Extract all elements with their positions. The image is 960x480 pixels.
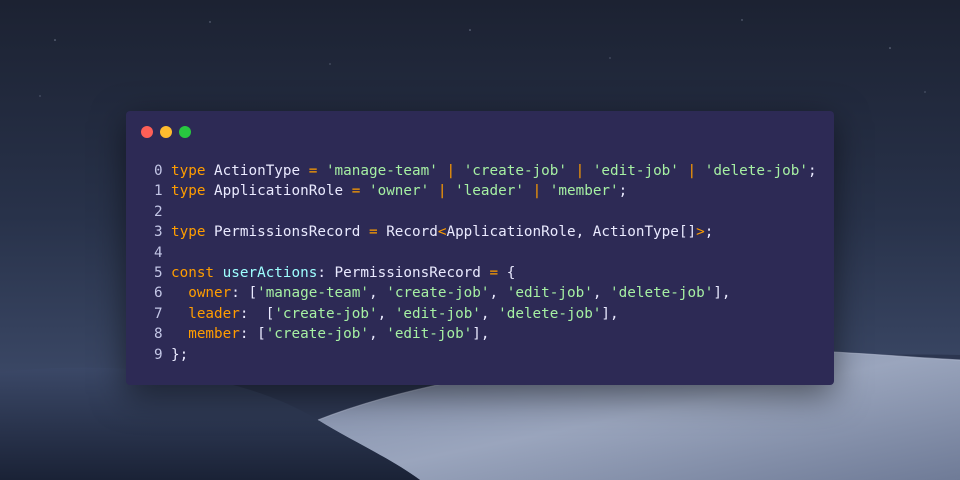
code-token: : [ (239, 305, 275, 322)
code-token: , (369, 326, 387, 343)
code-token: ; (704, 224, 714, 241)
code-token: 'edit-job' (506, 285, 593, 302)
code-token: 'edit-job' (386, 326, 473, 343)
code-token: = (489, 264, 499, 281)
minimize-button[interactable] (160, 126, 172, 138)
code-token: ], (601, 305, 619, 322)
code-line: 9}; (154, 345, 817, 365)
code-token: member (188, 326, 240, 343)
code-token: 'create-job' (386, 285, 490, 302)
code-token: , (480, 305, 499, 322)
code-token: , (369, 285, 387, 302)
code-token: : [ (239, 326, 266, 343)
code-token: type (171, 163, 206, 179)
code-token: 'create-job' (265, 326, 369, 343)
code-token: : [ (231, 285, 258, 302)
line-number: 3 (154, 224, 163, 241)
code-token: 'leader' (455, 183, 524, 200)
code-token: 'manage-team' (257, 285, 369, 302)
line-number: 2 (154, 203, 163, 220)
code-token: ; (618, 183, 628, 200)
maximize-button[interactable] (179, 126, 191, 138)
line-number: 4 (154, 244, 163, 261)
code-token: ApplicationRole, ActionType[] (446, 224, 697, 241)
code-token: = (368, 224, 378, 241)
code-line: 5 const userActions: PermissionsRecord = … (154, 263, 817, 283)
code-token: 'delete-job' (498, 305, 602, 322)
code-token: | (575, 163, 585, 179)
close-button[interactable] (141, 126, 153, 138)
code-token: ], (472, 326, 490, 343)
code-token: Record (377, 224, 438, 241)
line-number: 5 (154, 264, 163, 281)
code-token: 'member' (549, 183, 619, 200)
code-token: 'create-job' (274, 305, 378, 322)
code-token: type (171, 183, 206, 200)
code-token: 'edit-job' (394, 305, 481, 322)
line-number: 1 (154, 183, 163, 200)
code-token: owner (188, 285, 232, 302)
code-token: | (446, 163, 456, 179)
code-line: 0 type ActionType = 'manage-team' | 'crea… (154, 161, 817, 181)
code-token: : PermissionsRecord (317, 264, 490, 281)
code-token: 'edit-job' (592, 163, 679, 179)
line-number: 6 (154, 285, 163, 302)
code-token: 'manage-team' (325, 163, 438, 179)
code-token: > (696, 224, 705, 241)
code-token: , (489, 285, 507, 302)
code-line: 2 (154, 202, 817, 222)
code-token: ; (808, 163, 817, 179)
code-token: 'owner' (368, 183, 430, 200)
line-number: 8 (154, 326, 163, 343)
code-block: 0 type ActionType = 'manage-team' | 'crea… (154, 161, 817, 365)
code-line: 4 (154, 243, 817, 263)
code-token: const (171, 264, 215, 281)
code-line: 8 member: ['create-job', 'edit-job'], (154, 324, 817, 344)
code-token: 'create-job' (463, 163, 567, 179)
code-token: | (687, 163, 697, 179)
code-token: ActionType (205, 163, 309, 179)
code-token: }; (171, 346, 189, 363)
code-line: 6 owner: ['manage-team', 'create-job', '… (154, 283, 817, 303)
code-token: | (532, 183, 542, 200)
code-token: ], (713, 285, 731, 302)
code-token: 'delete-job' (610, 285, 714, 302)
line-number: 9 (154, 346, 163, 363)
code-window: 0 type ActionType = 'manage-team' | 'crea… (126, 111, 834, 385)
code-line: 7 leader: ['create-job', 'edit-job', 'de… (154, 304, 817, 324)
code-token: 'delete-job' (704, 163, 809, 179)
code-token: PermissionsRecord (205, 224, 369, 241)
code-token: ApplicationRole (205, 183, 352, 200)
code-token: , (377, 305, 395, 322)
code-token: type (171, 224, 206, 241)
code-token: leader (188, 305, 240, 322)
code-token: userActions (222, 264, 318, 281)
code-token: { (498, 264, 516, 281)
line-number: 7 (154, 305, 163, 322)
code-line: 1 type ApplicationRole = 'owner' | 'leade… (154, 181, 817, 201)
code-line: 3 type PermissionsRecord = Record<Applica… (154, 222, 817, 242)
line-number: 0 (154, 163, 163, 179)
code-token: , (592, 285, 611, 302)
